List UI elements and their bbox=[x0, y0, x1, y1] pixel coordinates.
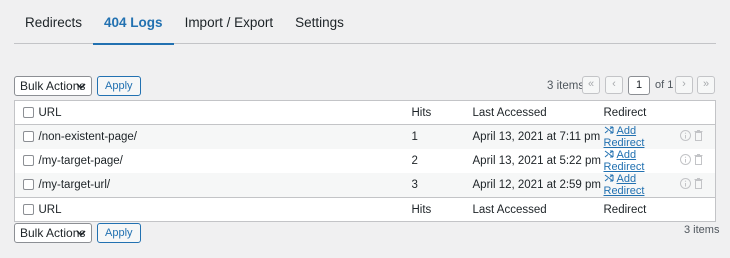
table-footer: URL Hits Last Accessed Redirect bbox=[14, 197, 716, 222]
shuffle-icon bbox=[604, 150, 613, 158]
tab-404-logs[interactable]: 404 Logs bbox=[93, 0, 174, 45]
row-hits: 3 bbox=[411, 179, 418, 191]
row-last-accessed: April 13, 2021 at 5:22 pm bbox=[472, 155, 602, 167]
apply-button-top[interactable]: Apply bbox=[97, 76, 141, 96]
apply-button-bottom[interactable]: Apply bbox=[97, 223, 141, 243]
row-hits: 1 bbox=[411, 131, 418, 143]
info-icon[interactable] bbox=[679, 154, 691, 168]
row-url: /my-target-page/ bbox=[38, 155, 123, 167]
chevron-down-icon bbox=[76, 83, 86, 90]
trash-icon[interactable] bbox=[694, 178, 703, 192]
row-last-accessed: April 12, 2021 at 2:59 pm bbox=[472, 179, 602, 191]
shuffle-icon bbox=[604, 174, 613, 182]
total-pages: of 1 bbox=[655, 79, 674, 91]
tab-settings[interactable]: Settings bbox=[284, 0, 355, 44]
items-count-top: 3 items bbox=[547, 80, 585, 92]
row-url: /non-existent-page/ bbox=[38, 131, 137, 143]
column-redirect-footer: Redirect bbox=[603, 203, 647, 216]
row-url: /my-target-url/ bbox=[38, 179, 111, 191]
tab-import-export[interactable]: Import / Export bbox=[174, 0, 285, 44]
column-last-accessed[interactable]: Last Accessed bbox=[472, 100, 604, 125]
row-checkbox[interactable] bbox=[23, 131, 34, 143]
column-hits[interactable]: Hits bbox=[411, 100, 473, 125]
chevron-down-icon bbox=[76, 230, 86, 237]
table-row: /my-target-page/ 2 April 13, 2021 at 5:2… bbox=[15, 149, 716, 173]
bulk-actions-select-top[interactable]: Bulk Actions bbox=[14, 76, 92, 96]
row-checkbox[interactable] bbox=[23, 155, 34, 167]
row-last-accessed: April 13, 2021 at 7:11 pm bbox=[472, 131, 601, 143]
shuffle-icon bbox=[604, 126, 613, 134]
logs-table: URL Hits Last Accessed Redirect /non-exi… bbox=[14, 100, 716, 222]
items-count-bottom: 3 items bbox=[684, 224, 720, 236]
info-icon[interactable] bbox=[679, 178, 691, 192]
row-checkbox[interactable] bbox=[23, 179, 34, 191]
last-page-button[interactable]: » bbox=[697, 76, 715, 94]
column-url-footer[interactable]: URL bbox=[39, 198, 412, 222]
current-page-input[interactable]: 1 bbox=[628, 76, 650, 95]
next-page-button[interactable]: › bbox=[675, 76, 693, 94]
select-all-checkbox[interactable] bbox=[23, 106, 34, 118]
column-redirect: Redirect bbox=[603, 100, 680, 125]
info-icon[interactable] bbox=[679, 130, 691, 144]
trash-icon[interactable] bbox=[694, 154, 703, 168]
table-row: /non-existent-page/ 1 April 13, 2021 at … bbox=[14, 124, 716, 149]
row-hits: 2 bbox=[411, 155, 418, 167]
select-all-checkbox-footer[interactable] bbox=[23, 203, 34, 215]
prev-page-button[interactable]: ‹ bbox=[605, 76, 623, 94]
first-page-button[interactable]: « bbox=[582, 76, 600, 94]
bulk-actions-select-bottom[interactable]: Bulk Actions bbox=[14, 223, 92, 243]
tab-bar: Redirects 404 Logs Import / Export Setti… bbox=[14, 0, 716, 45]
column-last-accessed-footer[interactable]: Last Accessed bbox=[473, 198, 604, 222]
table-row: /my-target-url/ 3 April 12, 2021 at 2:59… bbox=[14, 173, 716, 198]
column-url[interactable]: URL bbox=[38, 100, 412, 125]
trash-icon[interactable] bbox=[694, 130, 703, 144]
tab-redirects[interactable]: Redirects bbox=[14, 0, 93, 44]
column-hits-footer[interactable]: Hits bbox=[412, 198, 473, 222]
table-header: URL Hits Last Accessed Redirect bbox=[14, 100, 716, 125]
